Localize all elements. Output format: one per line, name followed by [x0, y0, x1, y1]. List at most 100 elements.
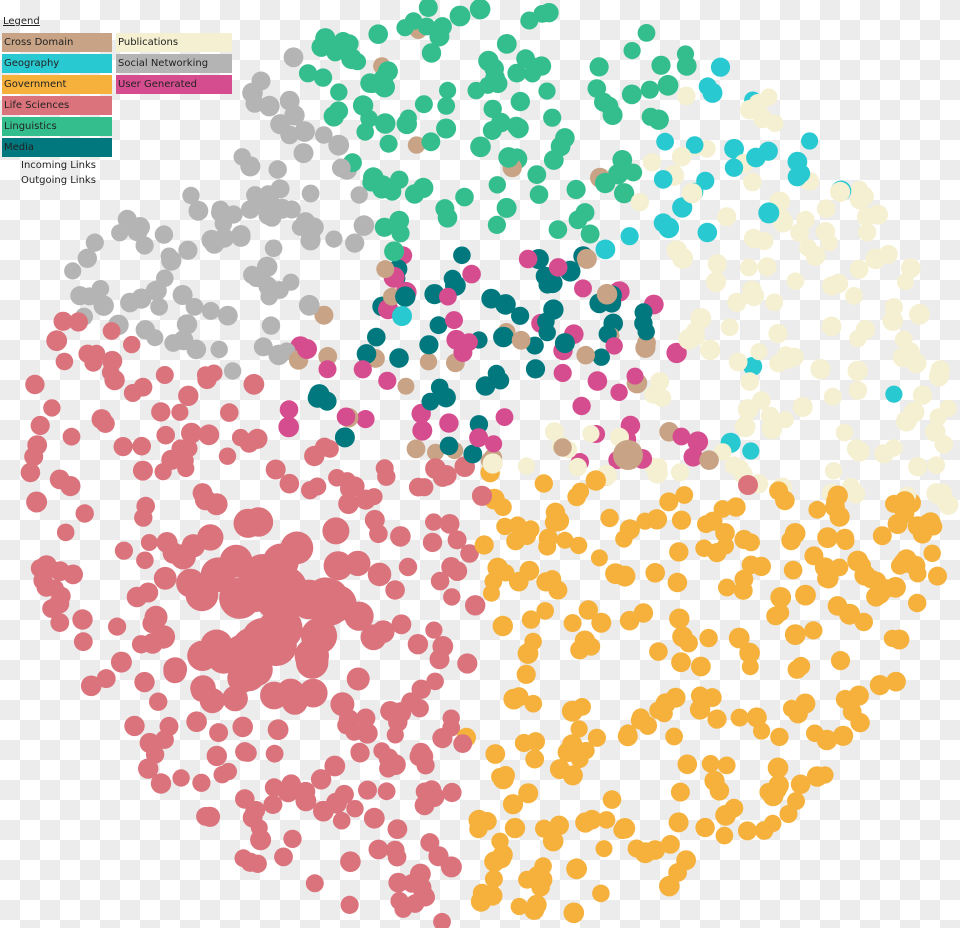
- dataset-node-user-generated[interactable]: [460, 333, 478, 351]
- dataset-node-linguistics[interactable]: [313, 68, 333, 87]
- dataset-node-life-sciences[interactable]: [20, 462, 41, 483]
- dataset-node-linguistics[interactable]: [421, 132, 441, 152]
- dataset-node-life-sciences[interactable]: [149, 692, 168, 711]
- dataset-node-social-networking[interactable]: [129, 217, 150, 238]
- dataset-node-government[interactable]: [739, 642, 760, 664]
- dataset-node-life-sciences[interactable]: [192, 483, 213, 503]
- dataset-node-media[interactable]: [475, 376, 496, 396]
- dataset-node-government[interactable]: [570, 640, 590, 660]
- dataset-node-life-sciences[interactable]: [24, 447, 44, 467]
- dataset-node-life-sciences[interactable]: [367, 562, 392, 587]
- dataset-node-government[interactable]: [667, 572, 688, 593]
- dataset-node-publications[interactable]: [882, 310, 904, 332]
- dataset-node-social-networking[interactable]: [328, 134, 350, 156]
- dataset-node-life-sciences[interactable]: [131, 635, 151, 654]
- dataset-node-user-generated[interactable]: [279, 400, 299, 419]
- dataset-node-user-generated[interactable]: [574, 279, 592, 298]
- dataset-node-government[interactable]: [492, 615, 513, 637]
- dataset-node-life-sciences[interactable]: [385, 840, 405, 860]
- dataset-node-life-sciences[interactable]: [43, 399, 61, 417]
- dataset-node-publications[interactable]: [929, 408, 947, 426]
- dataset-node-government[interactable]: [699, 628, 718, 648]
- dataset-node-life-sciences[interactable]: [398, 557, 418, 577]
- dataset-node-publications[interactable]: [760, 406, 780, 426]
- dataset-node-government[interactable]: [496, 517, 514, 536]
- dataset-node-linguistics[interactable]: [640, 80, 659, 99]
- dataset-node-life-sciences[interactable]: [265, 459, 286, 480]
- dataset-node-life-sciences[interactable]: [332, 811, 351, 830]
- dataset-node-life-sciences[interactable]: [380, 701, 401, 722]
- dataset-node-life-sciences[interactable]: [263, 795, 283, 814]
- dataset-node-life-sciences[interactable]: [190, 679, 214, 702]
- dataset-node-linguistics[interactable]: [657, 74, 679, 96]
- dataset-node-life-sciences[interactable]: [415, 478, 434, 497]
- dataset-node-life-sciences[interactable]: [320, 585, 357, 622]
- dataset-node-government[interactable]: [836, 532, 855, 550]
- dataset-node-geography[interactable]: [791, 164, 811, 183]
- dataset-node-government[interactable]: [854, 612, 873, 632]
- dataset-node-life-sciences[interactable]: [471, 485, 493, 506]
- dataset-node-life-sciences[interactable]: [36, 555, 57, 576]
- dataset-node-government[interactable]: [527, 865, 549, 887]
- dataset-node-government[interactable]: [894, 491, 916, 512]
- dataset-node-life-sciences[interactable]: [247, 428, 268, 449]
- dataset-node-life-sciences[interactable]: [350, 743, 370, 763]
- dataset-node-life-sciences[interactable]: [232, 716, 253, 738]
- dataset-node-publications[interactable]: [760, 88, 778, 106]
- dataset-node-social-networking[interactable]: [176, 314, 198, 335]
- dataset-node-social-networking[interactable]: [243, 265, 262, 284]
- dataset-node-government[interactable]: [717, 756, 736, 775]
- dataset-node-government[interactable]: [600, 508, 619, 528]
- dataset-node-government[interactable]: [504, 817, 526, 839]
- dataset-node-government[interactable]: [759, 783, 778, 801]
- dataset-node-linguistics[interactable]: [637, 24, 656, 42]
- dataset-node-cross-domain[interactable]: [511, 330, 531, 350]
- dataset-node-life-sciences[interactable]: [138, 758, 159, 779]
- dataset-node-cross-domain[interactable]: [613, 440, 643, 470]
- dataset-node-government[interactable]: [671, 510, 692, 530]
- dataset-node-government[interactable]: [715, 804, 736, 826]
- dataset-node-geography[interactable]: [801, 132, 819, 150]
- dataset-node-geography[interactable]: [885, 385, 903, 403]
- dataset-node-user-generated[interactable]: [445, 311, 463, 330]
- dataset-node-government[interactable]: [569, 536, 588, 555]
- dataset-node-social-networking[interactable]: [279, 90, 300, 111]
- dataset-node-government[interactable]: [912, 524, 933, 544]
- dataset-node-life-sciences[interactable]: [80, 675, 102, 697]
- dataset-node-government[interactable]: [590, 549, 608, 567]
- dataset-node-media[interactable]: [430, 378, 449, 397]
- dataset-node-social-networking[interactable]: [214, 214, 233, 233]
- dataset-node-government[interactable]: [571, 482, 590, 501]
- dataset-node-life-sciences[interactable]: [102, 322, 121, 340]
- dataset-node-cross-domain[interactable]: [576, 248, 597, 269]
- dataset-node-life-sciences[interactable]: [358, 780, 377, 800]
- dataset-node-life-sciences[interactable]: [453, 734, 473, 753]
- dataset-node-publications[interactable]: [853, 186, 874, 207]
- dataset-node-life-sciences[interactable]: [443, 588, 461, 606]
- dataset-node-social-networking[interactable]: [201, 301, 220, 320]
- dataset-node-social-networking[interactable]: [293, 143, 314, 164]
- dataset-node-social-networking[interactable]: [242, 82, 263, 104]
- dataset-node-linguistics[interactable]: [485, 68, 505, 88]
- dataset-node-government[interactable]: [804, 546, 824, 566]
- dataset-node-government[interactable]: [548, 510, 570, 532]
- dataset-node-life-sciences[interactable]: [412, 745, 431, 764]
- dataset-node-linguistics[interactable]: [379, 134, 398, 153]
- dataset-node-linguistics[interactable]: [566, 179, 586, 200]
- dataset-node-linguistics[interactable]: [555, 128, 575, 148]
- dataset-node-linguistics[interactable]: [623, 42, 641, 60]
- dataset-node-life-sciences[interactable]: [172, 769, 190, 787]
- dataset-node-publications[interactable]: [739, 258, 758, 277]
- dataset-node-government[interactable]: [783, 560, 803, 580]
- dataset-node-linguistics[interactable]: [436, 118, 457, 139]
- dataset-node-user-generated[interactable]: [672, 427, 691, 446]
- legend-life-sciences[interactable]: Life Sciences: [2, 96, 112, 115]
- dataset-node-government[interactable]: [536, 572, 556, 592]
- dataset-node-linguistics[interactable]: [483, 99, 502, 119]
- dataset-node-life-sciences[interactable]: [186, 711, 207, 732]
- dataset-node-government[interactable]: [655, 704, 673, 723]
- dataset-node-publications[interactable]: [765, 293, 784, 312]
- dataset-node-user-generated[interactable]: [378, 371, 397, 390]
- dataset-node-linguistics[interactable]: [384, 241, 405, 262]
- dataset-node-publications[interactable]: [912, 385, 933, 405]
